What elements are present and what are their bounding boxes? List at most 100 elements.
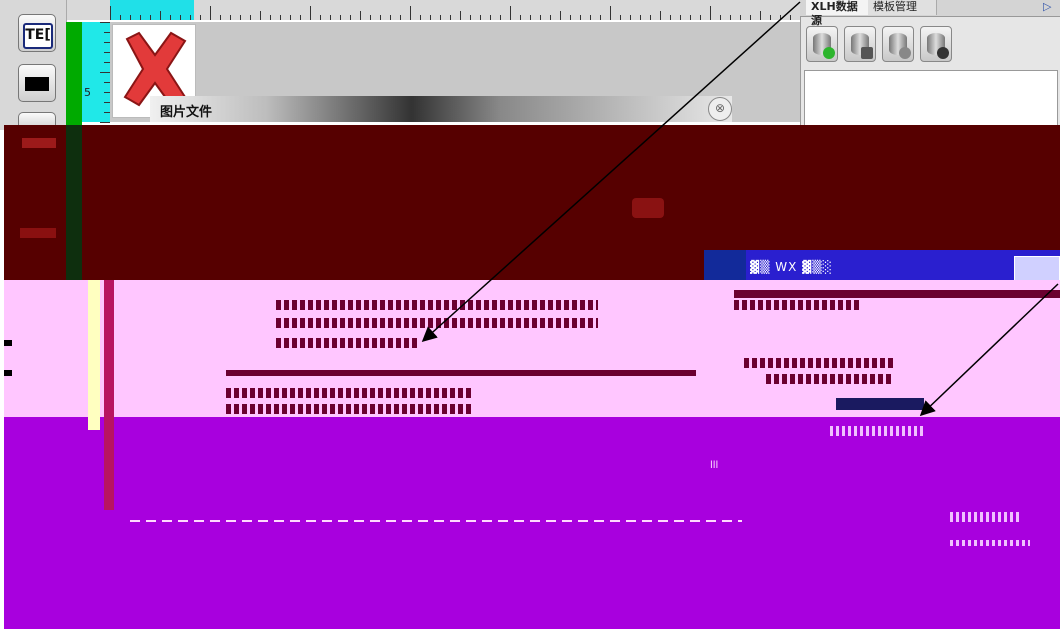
ruler-tick xyxy=(570,15,571,20)
ruler-tick xyxy=(500,15,501,20)
tab-data-source[interactable]: XLH数据源 xyxy=(806,0,873,27)
rectangle-tool-button[interactable] xyxy=(18,64,56,102)
ruler-tick xyxy=(150,15,151,20)
ruler-tick xyxy=(100,72,110,73)
glitch-text-block xyxy=(276,338,420,348)
ruler-tick xyxy=(360,11,361,20)
glitch-text-block xyxy=(276,318,598,328)
ruler-tick xyxy=(730,15,731,20)
ruler-tick xyxy=(330,15,331,20)
ruler-ticks xyxy=(110,0,801,20)
ruler-tick xyxy=(430,15,431,20)
glitch-strip xyxy=(104,280,114,510)
ruler-tick xyxy=(270,15,271,20)
glitch-text-line xyxy=(836,398,924,410)
ruler-tick xyxy=(740,15,741,20)
dialog-title-bar[interactable] xyxy=(150,96,732,122)
ruler-tick xyxy=(470,15,471,20)
ruler-tick xyxy=(700,15,701,20)
tool-palette: TE[ xyxy=(0,0,67,130)
ruler-tick xyxy=(710,6,711,20)
glitch-text-line xyxy=(226,370,696,376)
edit-database-button[interactable] xyxy=(844,26,876,62)
ruler-tick xyxy=(100,22,110,23)
tab-template-management[interactable]: 模板管理 xyxy=(868,0,937,15)
glitch-blot xyxy=(20,228,56,238)
ruler-tick xyxy=(280,15,281,20)
ruler-tick xyxy=(580,15,581,20)
ruler-tick xyxy=(320,15,321,20)
ruler-tick xyxy=(130,15,131,20)
ruler-tick xyxy=(550,15,551,20)
glitch-text-block xyxy=(226,404,472,414)
ruler-tick xyxy=(290,15,291,20)
corrupted-lower-region xyxy=(4,417,1060,629)
ruler-tick xyxy=(690,15,691,20)
ruler-tick xyxy=(630,15,631,20)
ruler-tick xyxy=(180,15,181,20)
ruler-tick xyxy=(100,122,110,123)
ruler-tick xyxy=(520,15,521,20)
ruler-tick xyxy=(770,15,771,20)
ruler-tick xyxy=(240,15,241,20)
ruler-tick xyxy=(440,15,441,20)
ruler-tick xyxy=(170,15,171,20)
glitch-text-block xyxy=(276,300,598,310)
ruler-tick xyxy=(390,15,391,20)
glitch-mark xyxy=(4,340,12,346)
ruler-tick xyxy=(510,6,511,20)
glitch-small-text: lll xyxy=(710,460,719,471)
ruler-tick xyxy=(250,15,251,20)
title-bar-text: ▓▒ WX ▓▒░ xyxy=(750,260,833,274)
ruler-tick xyxy=(160,11,161,20)
ruler-tick xyxy=(400,15,401,20)
text-tool-button[interactable]: TE[ xyxy=(18,14,56,52)
ruler-tick xyxy=(790,15,791,20)
ruler-tick xyxy=(310,6,311,20)
ruler-tick xyxy=(670,15,671,20)
ruler-tick xyxy=(380,15,381,20)
glitch-dots xyxy=(950,540,1030,546)
ruler-tick xyxy=(600,15,601,20)
ruler-tick xyxy=(450,15,451,20)
refresh-database-button[interactable] xyxy=(882,26,914,62)
ruler-tick xyxy=(350,15,351,20)
vertical-ruler-ticks xyxy=(82,22,110,123)
ruler-tick xyxy=(530,15,531,20)
ruler-tick xyxy=(760,11,761,20)
glitch-text-block xyxy=(744,358,894,368)
connect-icon xyxy=(937,47,949,59)
ruler-tick xyxy=(590,15,591,20)
glitch-mark xyxy=(4,370,12,376)
ruler-tick xyxy=(540,15,541,20)
close-icon[interactable]: ⊗ xyxy=(708,97,732,121)
ruler-tick xyxy=(620,15,621,20)
ruler-tick xyxy=(650,15,651,20)
glitch-text-block xyxy=(766,374,894,384)
ruler-tick xyxy=(640,15,641,20)
panel-collapse-icon[interactable]: ▷ xyxy=(1043,0,1051,13)
vertical-ruler-bar-dark xyxy=(66,125,82,280)
glitch-text-block xyxy=(226,388,472,398)
connect-database-button[interactable] xyxy=(920,26,952,62)
dotted-separator xyxy=(130,520,742,522)
ruler-tick xyxy=(370,15,371,20)
glitch-dots xyxy=(830,426,926,436)
glitch-strip xyxy=(88,280,100,430)
ruler-tick xyxy=(750,15,751,20)
ruler-tick xyxy=(110,6,111,20)
add-database-button[interactable] xyxy=(806,26,838,62)
ruler-tick xyxy=(210,6,211,20)
data-source-list[interactable] xyxy=(804,70,1058,127)
ruler-tick xyxy=(200,15,201,20)
ruler-tick xyxy=(120,15,121,20)
dialog-title: 图片文件 xyxy=(160,105,213,120)
glitch-blot xyxy=(22,138,56,148)
glitch-text-block xyxy=(734,300,862,310)
ruler-tick xyxy=(230,15,231,20)
grid-icon xyxy=(861,47,873,59)
ruler-tick xyxy=(780,15,781,20)
glitch-dots xyxy=(950,512,1022,522)
plus-icon xyxy=(823,47,835,59)
ruler-tick xyxy=(610,6,611,20)
